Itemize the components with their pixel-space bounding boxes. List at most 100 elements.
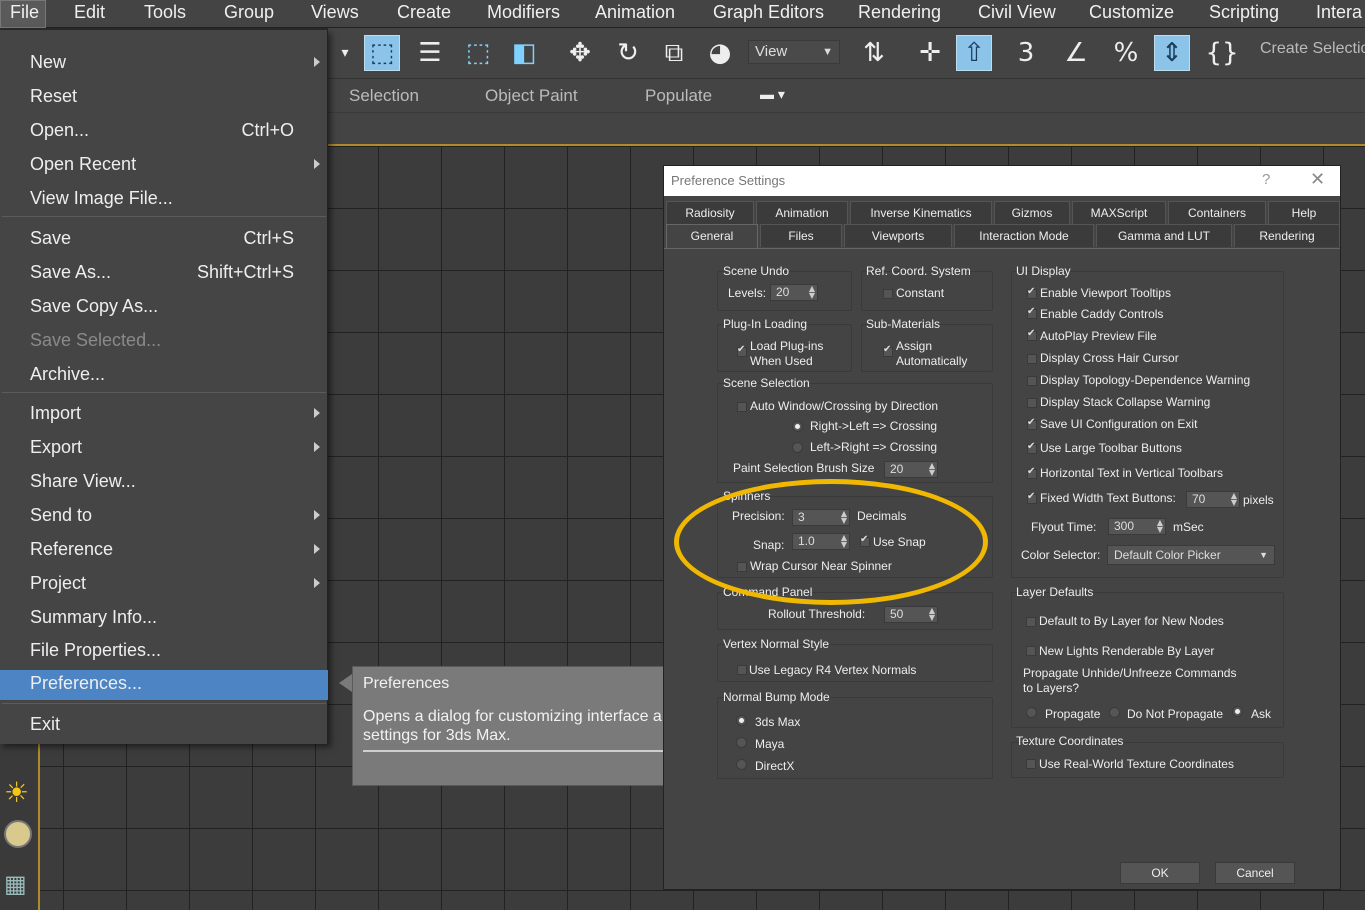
rotate-icon[interactable]: ↻ (610, 35, 646, 71)
file-menu-share-view[interactable]: Share View... (0, 468, 328, 498)
menu-tools[interactable]: Tools (144, 2, 186, 23)
percent-snap-icon[interactable]: % (1108, 35, 1144, 71)
right-left-radio[interactable] (792, 421, 803, 432)
grid-icon[interactable]: ▦ (4, 870, 27, 899)
rollout-threshold-spinner[interactable]: 50 ▲ ▼ (884, 606, 938, 623)
load-plugins-checkbox[interactable] (737, 344, 747, 357)
fixed-width-spinner[interactable]: 70 ▲ ▼ (1186, 491, 1240, 508)
file-menu-reference[interactable]: Reference (0, 536, 328, 566)
radio-3dsmax[interactable] (736, 715, 747, 726)
cross-hair-checkbox[interactable] (1027, 354, 1037, 364)
large-toolbar-checkbox[interactable] (1027, 441, 1037, 454)
flyout-time-spinner[interactable]: 300 ▲ ▼ (1108, 518, 1166, 535)
move-icon[interactable]: ✥ (562, 35, 598, 71)
menu-rendering[interactable]: Rendering (858, 2, 941, 23)
autoplay-preview-checkbox[interactable] (1027, 328, 1037, 341)
legacy-normals-checkbox[interactable] (737, 665, 747, 675)
file-menu-archive[interactable]: Archive... (0, 361, 328, 391)
cancel-button[interactable]: Cancel (1215, 862, 1295, 884)
tab-radiosity[interactable]: Radiosity (666, 201, 754, 224)
ask-radio[interactable] (1232, 706, 1243, 717)
menu-customize[interactable]: Customize (1089, 2, 1174, 23)
pivot-center-icon[interactable]: ⇅ (856, 35, 892, 71)
help-icon[interactable]: ? (1262, 171, 1270, 188)
reference-coord-dropdown[interactable]: View ▼ (748, 40, 840, 64)
spinner-snap-icon[interactable]: ⇕ (1154, 35, 1190, 71)
file-menu-save[interactable]: Save Ctrl+S (0, 225, 328, 255)
spinner-arrows-icon[interactable]: ▲ ▼ (1157, 519, 1163, 534)
file-menu-project[interactable]: Project (0, 570, 328, 600)
spinner-arrows-icon[interactable]: ▲ ▼ (929, 607, 935, 622)
select-object-icon[interactable]: ⬚ (364, 35, 400, 71)
tab-containers[interactable]: Containers (1168, 201, 1266, 224)
new-lights-checkbox[interactable] (1026, 646, 1036, 656)
angle-snap-icon[interactable]: ∠ (1058, 35, 1094, 71)
ribbon-tab-selection[interactable]: Selection (349, 86, 419, 106)
rectangle-selection-icon[interactable]: ⬚ (460, 35, 496, 71)
window-crossing-icon[interactable]: ◧ (506, 35, 542, 71)
file-menu-preferences[interactable]: Preferences... (0, 670, 328, 700)
assign-auto-checkbox[interactable] (883, 344, 893, 357)
menu-create[interactable]: Create (397, 2, 451, 23)
file-menu-export[interactable]: Export (0, 434, 328, 464)
tab-gizmos[interactable]: Gizmos (994, 201, 1070, 224)
file-menu-save-copy-as[interactable]: Save Copy As... (0, 293, 328, 323)
file-menu-file-properties[interactable]: File Properties... (0, 637, 328, 667)
do-not-propagate-radio[interactable] (1109, 707, 1120, 718)
menu-animation[interactable]: Animation (595, 2, 675, 23)
viewport-tooltips-checkbox[interactable] (1027, 286, 1037, 299)
radio-maya[interactable] (736, 737, 747, 748)
spinner-arrows-icon[interactable]: ▲ ▼ (1231, 492, 1237, 507)
close-icon[interactable]: ✕ (1310, 169, 1325, 190)
fixed-width-checkbox[interactable] (1027, 491, 1037, 504)
create-selection-set-field[interactable]: Create Selectio (1260, 40, 1365, 58)
spinner-arrows-icon[interactable]: ▲ ▼ (929, 462, 935, 477)
place-icon[interactable]: ◕ (702, 35, 738, 71)
file-menu-open[interactable]: Open... Ctrl+O (0, 117, 328, 147)
tab-help[interactable]: Help (1268, 201, 1340, 224)
file-menu-new[interactable]: New (0, 49, 328, 79)
tab-gamma-lut[interactable]: Gamma and LUT (1096, 224, 1232, 247)
ribbon-tab-object-paint[interactable]: Object Paint (485, 86, 578, 106)
tab-general[interactable]: General (666, 224, 758, 249)
stack-collapse-checkbox[interactable] (1027, 398, 1037, 408)
menu-graph-editors[interactable]: Graph Editors (713, 2, 824, 23)
real-world-checkbox[interactable] (1026, 759, 1036, 769)
snap-3d-icon[interactable]: 3 (1008, 35, 1044, 71)
sun-icon[interactable]: ☀ (4, 776, 29, 809)
left-right-radio[interactable] (792, 442, 803, 453)
file-menu-exit[interactable]: Exit (0, 711, 328, 741)
topology-warning-checkbox[interactable] (1027, 376, 1037, 386)
file-menu-send-to[interactable]: Send to (0, 502, 328, 532)
select-manipulate-icon[interactable]: ✛ (912, 35, 948, 71)
file-menu-summary-info[interactable]: Summary Info... (0, 604, 328, 634)
tab-animation[interactable]: Animation (756, 201, 848, 224)
levels-spinner[interactable]: 20 ▲ ▼ (770, 284, 818, 301)
color-selector-dropdown[interactable]: Default Color Picker ▼ (1107, 545, 1275, 565)
select-by-name-icon[interactable]: ☰ (412, 35, 448, 71)
scale-icon[interactable]: ⧉ (656, 35, 692, 71)
auto-window-checkbox[interactable] (737, 402, 747, 412)
horizontal-text-checkbox[interactable] (1027, 466, 1037, 479)
menu-civil-view[interactable]: Civil View (978, 2, 1056, 23)
file-menu-save-as[interactable]: Save As... Shift+Ctrl+S (0, 259, 328, 289)
tab-rendering[interactable]: Rendering (1234, 224, 1340, 247)
tab-maxscript[interactable]: MAXScript (1072, 201, 1166, 224)
file-menu-view-image[interactable]: View Image File... (0, 185, 328, 215)
radio-directx[interactable] (736, 759, 747, 770)
file-menu-reset[interactable]: Reset (0, 83, 328, 113)
file-menu-open-recent[interactable]: Open Recent (0, 151, 328, 181)
menu-modifiers[interactable]: Modifiers (487, 2, 560, 23)
ok-button[interactable]: OK (1120, 862, 1200, 884)
constant-checkbox[interactable] (883, 289, 893, 299)
skylight-icon[interactable] (4, 820, 32, 848)
menu-interactive[interactable]: Intera (1316, 2, 1362, 23)
propagate-radio[interactable] (1026, 707, 1037, 718)
default-by-layer-checkbox[interactable] (1026, 617, 1036, 627)
menu-group[interactable]: Group (224, 2, 274, 23)
edit-named-selection-icon[interactable]: {} (1204, 35, 1240, 71)
save-ui-config-checkbox[interactable] (1027, 417, 1037, 430)
menu-file[interactable]: File (10, 2, 39, 23)
keyboard-shortcut-toggle-icon[interactable]: ⇧ (956, 35, 992, 71)
menu-views[interactable]: Views (311, 2, 359, 23)
